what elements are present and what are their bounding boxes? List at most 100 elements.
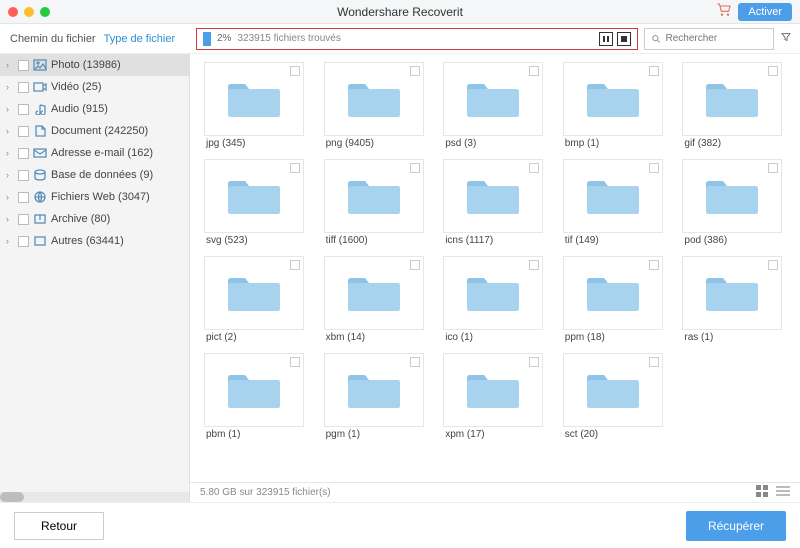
folder-item[interactable]: icns (1117) xyxy=(443,159,543,246)
list-view-button[interactable] xyxy=(776,485,790,500)
folder-thumbnail[interactable] xyxy=(204,256,304,330)
folder-thumbnail[interactable] xyxy=(324,256,424,330)
sidebar-checkbox[interactable] xyxy=(18,214,29,225)
folder-thumbnail[interactable] xyxy=(324,62,424,136)
folder-checkbox[interactable] xyxy=(649,357,659,367)
sidebar-checkbox[interactable] xyxy=(18,192,29,203)
folder-checkbox[interactable] xyxy=(410,66,420,76)
sidebar-item-label: Adresse e-mail (162) xyxy=(51,147,153,159)
folder-thumbnail[interactable] xyxy=(443,256,543,330)
folder-item[interactable]: pgm (1) xyxy=(324,353,424,440)
folder-item[interactable]: xpm (17) xyxy=(443,353,543,440)
folder-thumbnail[interactable] xyxy=(682,62,782,136)
folder-checkbox[interactable] xyxy=(768,260,778,270)
folder-checkbox[interactable] xyxy=(290,260,300,270)
tab-file-type[interactable]: Type de fichier xyxy=(102,29,178,49)
folder-item[interactable]: ico (1) xyxy=(443,256,543,343)
sidebar-checkbox[interactable] xyxy=(18,126,29,137)
folder-item[interactable]: jpg (345) xyxy=(204,62,304,149)
folder-item[interactable]: bmp (1) xyxy=(563,62,663,149)
sidebar-checkbox[interactable] xyxy=(18,60,29,71)
folder-thumbnail[interactable] xyxy=(204,353,304,427)
folder-item[interactable]: tif (149) xyxy=(563,159,663,246)
tab-file-path[interactable]: Chemin du fichier xyxy=(8,29,98,49)
folder-checkbox[interactable] xyxy=(768,66,778,76)
folder-icon xyxy=(583,368,643,412)
folder-thumbnail[interactable] xyxy=(443,62,543,136)
folder-thumbnail[interactable] xyxy=(563,159,663,233)
folder-label: pod (386) xyxy=(682,235,782,246)
sidebar-checkbox[interactable] xyxy=(18,104,29,115)
stop-scan-button[interactable] xyxy=(617,32,631,46)
folder-checkbox[interactable] xyxy=(529,260,539,270)
folder-item[interactable]: tiff (1600) xyxy=(324,159,424,246)
activate-button[interactable]: Activer xyxy=(738,3,792,21)
folder-item[interactable]: pbm (1) xyxy=(204,353,304,440)
folder-item[interactable]: sct (20) xyxy=(563,353,663,440)
sidebar-item-video[interactable]: ›Vidéo (25) xyxy=(0,76,189,98)
maximize-window[interactable] xyxy=(40,7,50,17)
folder-checkbox[interactable] xyxy=(649,163,659,173)
folder-label: xbm (14) xyxy=(324,332,424,343)
sidebar-item-other[interactable]: ›Autres (63441) xyxy=(0,230,189,252)
sidebar-item-email[interactable]: ›Adresse e-mail (162) xyxy=(0,142,189,164)
sidebar-scrollbar[interactable] xyxy=(0,492,189,502)
folder-thumbnail[interactable] xyxy=(204,159,304,233)
search-input[interactable] xyxy=(666,33,768,44)
email-icon xyxy=(33,147,47,159)
back-button[interactable]: Retour xyxy=(14,512,104,540)
sidebar-checkbox[interactable] xyxy=(18,170,29,181)
folder-checkbox[interactable] xyxy=(529,66,539,76)
folder-checkbox[interactable] xyxy=(529,357,539,367)
folder-thumbnail[interactable] xyxy=(204,62,304,136)
video-icon xyxy=(33,81,47,93)
folder-thumbnail[interactable] xyxy=(443,159,543,233)
folder-item[interactable]: xbm (14) xyxy=(324,256,424,343)
minimize-window[interactable] xyxy=(24,7,34,17)
sidebar-checkbox[interactable] xyxy=(18,82,29,93)
chevron-right-icon: › xyxy=(6,236,14,246)
folder-checkbox[interactable] xyxy=(290,163,300,173)
sidebar-item-document[interactable]: ›Document (242250) xyxy=(0,120,189,142)
folder-checkbox[interactable] xyxy=(649,260,659,270)
folder-checkbox[interactable] xyxy=(529,163,539,173)
folder-thumbnail[interactable] xyxy=(563,256,663,330)
folder-thumbnail[interactable] xyxy=(443,353,543,427)
folder-thumbnail[interactable] xyxy=(324,159,424,233)
folder-checkbox[interactable] xyxy=(290,357,300,367)
folder-item[interactable]: psd (3) xyxy=(443,62,543,149)
folder-checkbox[interactable] xyxy=(410,357,420,367)
sidebar-checkbox[interactable] xyxy=(18,236,29,247)
folder-icon xyxy=(583,174,643,218)
grid-view-button[interactable] xyxy=(756,485,770,500)
folder-checkbox[interactable] xyxy=(290,66,300,76)
sidebar-item-archive[interactable]: ›Archive (80) xyxy=(0,208,189,230)
folder-item[interactable]: png (9405) xyxy=(324,62,424,149)
folder-checkbox[interactable] xyxy=(410,163,420,173)
close-window[interactable] xyxy=(8,7,18,17)
folder-thumbnail[interactable] xyxy=(682,256,782,330)
sidebar-checkbox[interactable] xyxy=(18,148,29,159)
filter-button[interactable] xyxy=(780,31,792,46)
folder-thumbnail[interactable] xyxy=(563,62,663,136)
folder-item[interactable]: ras (1) xyxy=(682,256,782,343)
cart-icon[interactable] xyxy=(716,2,732,21)
folder-thumbnail[interactable] xyxy=(324,353,424,427)
sidebar-item-database[interactable]: ›Base de données (9) xyxy=(0,164,189,186)
recover-button[interactable]: Récupérer xyxy=(686,511,786,541)
folder-checkbox[interactable] xyxy=(410,260,420,270)
folder-item[interactable]: svg (523) xyxy=(204,159,304,246)
folder-item[interactable]: gif (382) xyxy=(682,62,782,149)
folder-thumbnail[interactable] xyxy=(682,159,782,233)
sidebar-item-photo[interactable]: ›Photo (13986) xyxy=(0,54,189,76)
sidebar-item-web[interactable]: ›Fichiers Web (3047) xyxy=(0,186,189,208)
pause-scan-button[interactable] xyxy=(599,32,613,46)
folder-item[interactable]: pict (2) xyxy=(204,256,304,343)
sidebar-item-audio[interactable]: ›Audio (915) xyxy=(0,98,189,120)
search-box[interactable] xyxy=(644,28,774,50)
folder-item[interactable]: ppm (18) xyxy=(563,256,663,343)
folder-item[interactable]: pod (386) xyxy=(682,159,782,246)
folder-thumbnail[interactable] xyxy=(563,353,663,427)
folder-checkbox[interactable] xyxy=(649,66,659,76)
folder-checkbox[interactable] xyxy=(768,163,778,173)
